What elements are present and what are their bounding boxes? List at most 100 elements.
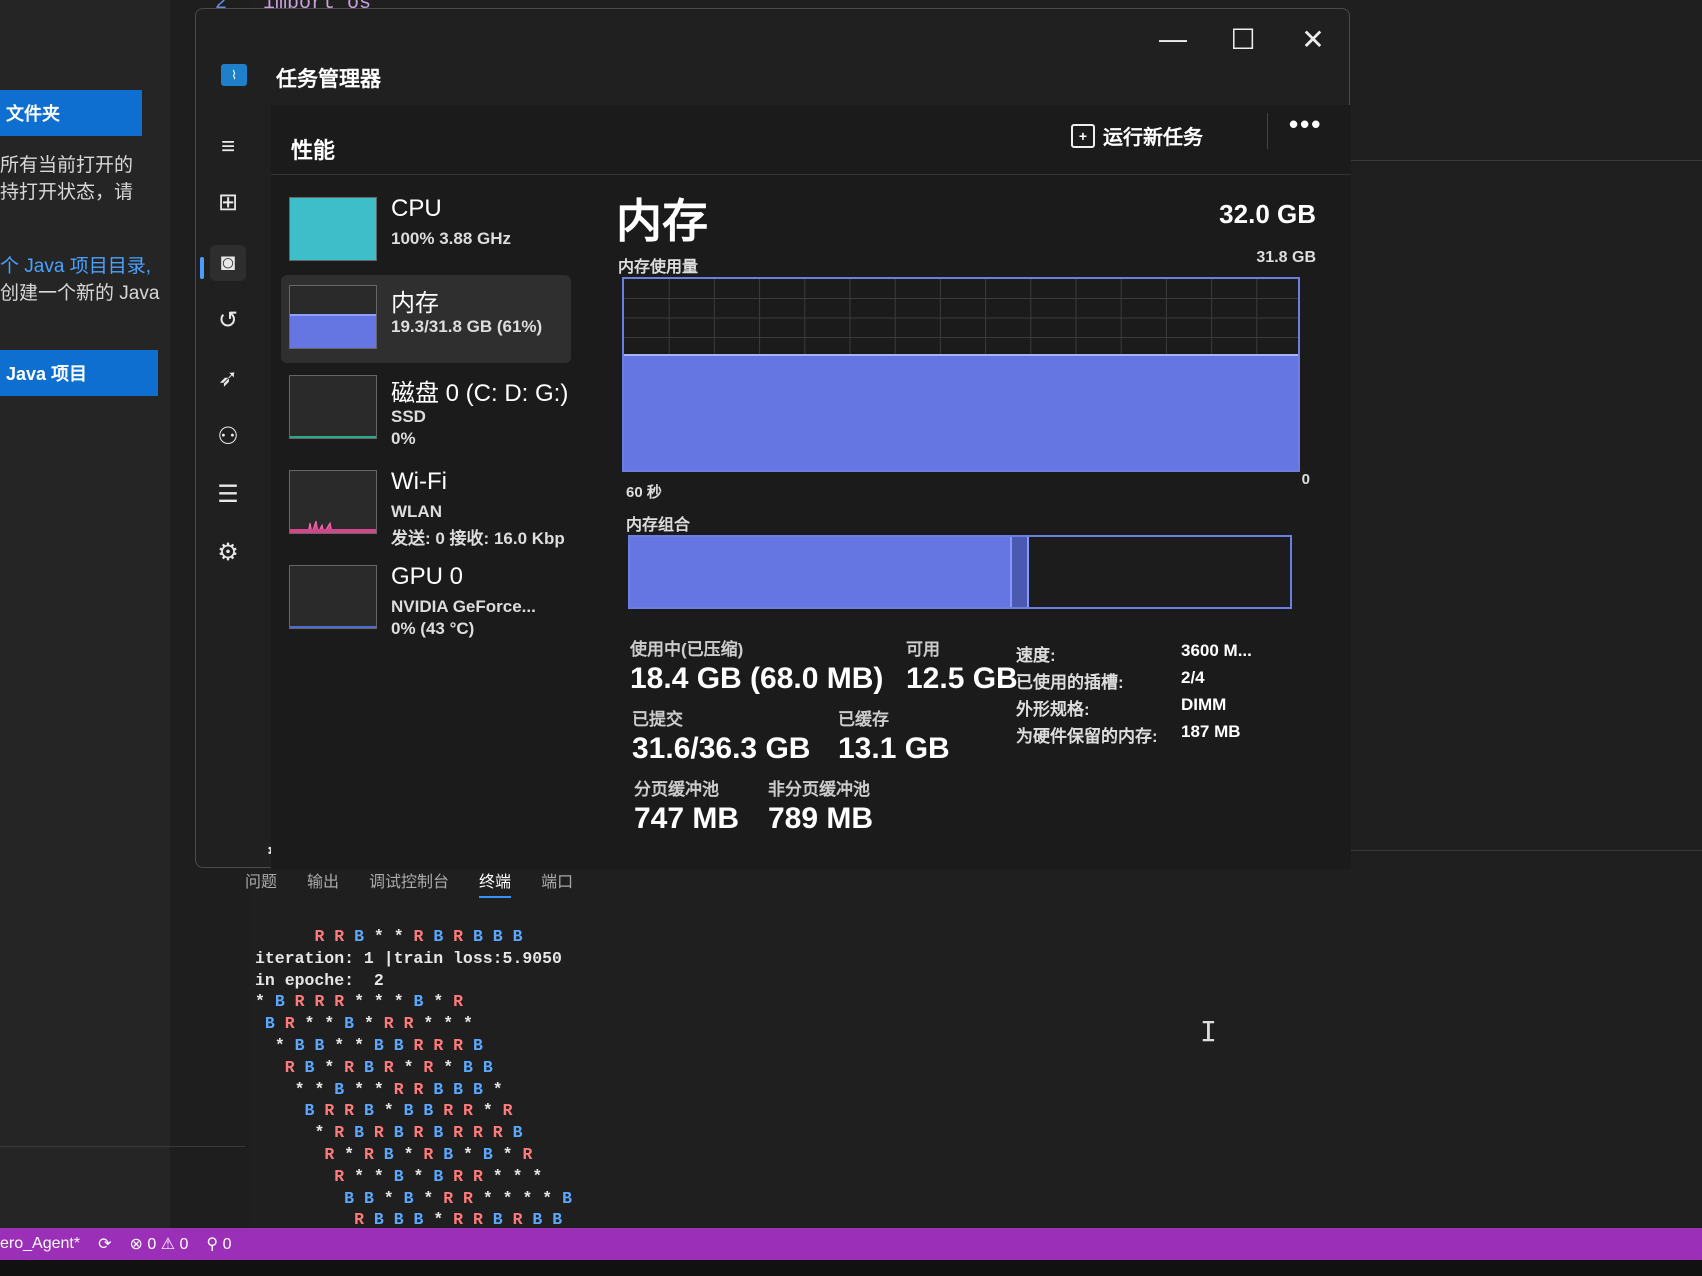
- sidebar-description: 所有当前打开的 持打开状态，请: [0, 155, 134, 203]
- cpu-thumbnail: [289, 197, 377, 261]
- nav-active-indicator: [200, 257, 204, 279]
- app-history-icon[interactable]: ↺: [210, 303, 246, 339]
- processes-icon[interactable]: ⊞: [210, 185, 246, 221]
- terminal-line: iteration: 1 |train loss:5.9050: [255, 948, 562, 968]
- open-folder-button[interactable]: 文件夹: [0, 90, 142, 136]
- graph-time-label: 60 秒: [626, 484, 662, 501]
- ports-icon: ⚲: [206, 1236, 219, 1253]
- memory-usage-graph: [622, 277, 1300, 472]
- status-bar: ero_Agent* ⟳ ⊗ 0 ⚠ 0 ⚲ 0: [0, 1228, 1702, 1260]
- more-options-button[interactable]: •••: [1289, 109, 1322, 140]
- problems-indicator[interactable]: ⊗ 0 ⚠ 0: [129, 1234, 188, 1254]
- stat-nonpaged-pool: 非分页缓冲池 789 MB: [768, 775, 873, 836]
- perf-item-memory[interactable]: 内存 19.3/31.8 GB (61%): [281, 275, 571, 363]
- minimize-button[interactable]: —: [1153, 23, 1193, 55]
- stat-value: 747 MB: [634, 802, 740, 835]
- kv-speed: 速度: 3600 M...: [1016, 641, 1252, 666]
- terminal-line: R R B * * R B R B B B: [314, 927, 523, 946]
- graph-zero-label: 0: [1301, 471, 1310, 488]
- usage-graph-max: 31.8 GB: [1256, 249, 1316, 266]
- disk-thumbnail: [289, 375, 377, 439]
- usage-graph-svg: [624, 279, 1298, 470]
- stat-value: 12.5 GB: [906, 662, 1018, 695]
- screen: 2 import os 文件夹 所有当前打开的 持打开状态，请 个 Java 项…: [0, 0, 1702, 1276]
- terminal-line: * B R R R * * * B * R: [255, 992, 464, 1012]
- total-memory: 32.0 GB: [1219, 199, 1316, 229]
- create-java-project-button[interactable]: Java 项目: [0, 350, 158, 396]
- terminal-line: R * * B * B R R * * *: [334, 1166, 543, 1186]
- kv-label: 为硬件保留的内存:: [1016, 727, 1158, 746]
- perf-item-wifi[interactable]: Wi-Fi WLAN 发送: 0 接收: 16.0 Kbp: [281, 460, 571, 548]
- nav-rail: ≡ ⊞ ◙ ↺ ➶ ⚇ ☰ ⚙: [196, 109, 256, 869]
- kv-label: 外形规格:: [1016, 700, 1090, 719]
- tab-terminal[interactable]: 终端: [479, 868, 512, 898]
- text-cursor-icon: I: [1200, 1015, 1217, 1048]
- gpu-thumbnail: [289, 565, 377, 629]
- perf-item-detail: 19.3/31.8 GB (61%): [391, 317, 543, 336]
- page-header: 性能 + 运行新任务 •••: [271, 105, 1351, 175]
- stat-label: 可用: [906, 640, 940, 659]
- maximize-button[interactable]: ☐: [1223, 23, 1263, 56]
- perf-item-disk[interactable]: 磁盘 0 (C: D: G:) SSD 0%: [281, 365, 571, 453]
- branch-name[interactable]: ero_Agent*: [0, 1235, 80, 1253]
- terminal-line: R * R B * R B * B * R: [324, 1144, 533, 1164]
- kv-value: 2/4: [1181, 668, 1205, 687]
- hamburger-icon[interactable]: ≡: [210, 129, 246, 165]
- perf-item-name: Wi-Fi: [391, 468, 447, 495]
- tab-problems[interactable]: 问题: [245, 868, 277, 898]
- terminal-output[interactable]: R R B * * R B R B B B iteration: 1 |train…: [255, 926, 572, 1231]
- startup-icon[interactable]: ➶: [210, 361, 246, 397]
- composition-modified: [1009, 537, 1030, 607]
- users-icon[interactable]: ⚇: [210, 419, 246, 455]
- window-title: 任务管理器: [276, 68, 381, 91]
- terminal-line: * * B * * R R B B B *: [294, 1079, 503, 1099]
- editor-divider: [1320, 160, 1702, 161]
- perf-item-gpu[interactable]: GPU 0 NVIDIA GeForce... 0% (43 °C): [281, 555, 571, 643]
- stat-value: 789 MB: [768, 802, 874, 835]
- perf-item-name: 内存: [391, 290, 439, 317]
- header-separator: [1267, 113, 1268, 149]
- stat-label: 已缓存: [838, 710, 889, 729]
- java-project-link[interactable]: 个 Java 项目目录,: [0, 256, 151, 277]
- stat-label: 使用中(已压缩): [630, 640, 744, 659]
- sync-icon[interactable]: ⟳: [98, 1234, 111, 1254]
- stat-committed: 已提交 31.6/36.3 GB: [632, 705, 810, 766]
- details-icon[interactable]: ☰: [210, 477, 246, 513]
- tab-ports[interactable]: 端口: [541, 868, 573, 898]
- ports-indicator[interactable]: ⚲ 0: [206, 1234, 231, 1254]
- sidebar-link-text: 个 Java 项目目录,: [0, 253, 151, 280]
- close-button[interactable]: ✕: [1293, 23, 1333, 56]
- performance-icon[interactable]: ◙: [210, 245, 246, 281]
- run-new-task-label: 运行新任务: [1103, 127, 1203, 149]
- wifi-thumbnail: [289, 470, 377, 534]
- stat-value: 13.1 GB: [838, 732, 950, 765]
- tab-output[interactable]: 输出: [307, 868, 339, 898]
- terminal-line: R B * R B R * R * B B: [284, 1057, 493, 1077]
- sidebar-divider: [0, 1146, 245, 1147]
- perf-item-usage: 发送: 0 接收: 16.0 Kbp: [391, 529, 565, 548]
- perf-item-name: GPU 0: [391, 563, 464, 590]
- stat-value: 31.6/36.3 GB: [632, 732, 811, 765]
- sidebar-description-2: 创建一个新的 Java: [0, 283, 160, 304]
- detail-title: 内存: [616, 195, 708, 247]
- task-manager-icon: ⌇: [221, 64, 247, 86]
- terminal-line: B B * B * R R * * * * B: [344, 1188, 572, 1208]
- stat-available: 可用 12.5 GB: [906, 635, 1018, 696]
- error-icon: ⊗: [129, 1236, 143, 1253]
- kv-label: 已使用的插槽:: [1016, 673, 1124, 692]
- perf-item-name: 磁盘 0 (C: D: G:): [391, 380, 569, 407]
- tab-debug-console[interactable]: 调试控制台: [369, 868, 449, 898]
- perf-item-detail: SSD: [391, 407, 426, 426]
- perf-item-cpu[interactable]: CPU 100% 3.88 GHz: [281, 187, 571, 275]
- run-new-task-button[interactable]: + 运行新任务: [1061, 115, 1213, 156]
- kv-form-factor: 外形规格: DIMM: [1016, 695, 1226, 720]
- terminal-line: * R B R B R B R R R B: [314, 1123, 523, 1143]
- services-icon[interactable]: ⚙: [210, 535, 246, 571]
- stat-paged-pool: 分页缓冲池 747 MB: [634, 775, 739, 836]
- kv-hardware-reserved: 为硬件保留的内存: 187 MB: [1016, 722, 1241, 747]
- kv-value: DIMM: [1181, 695, 1227, 714]
- stat-label: 非分页缓冲池: [768, 780, 870, 799]
- performance-page: 性能 + 运行新任务 ••• CPU 100% 3.88 GHz 内存 19.3…: [271, 105, 1351, 869]
- page-title: 性能: [291, 138, 336, 163]
- perf-item-usage: 0% (43 °C): [391, 619, 475, 638]
